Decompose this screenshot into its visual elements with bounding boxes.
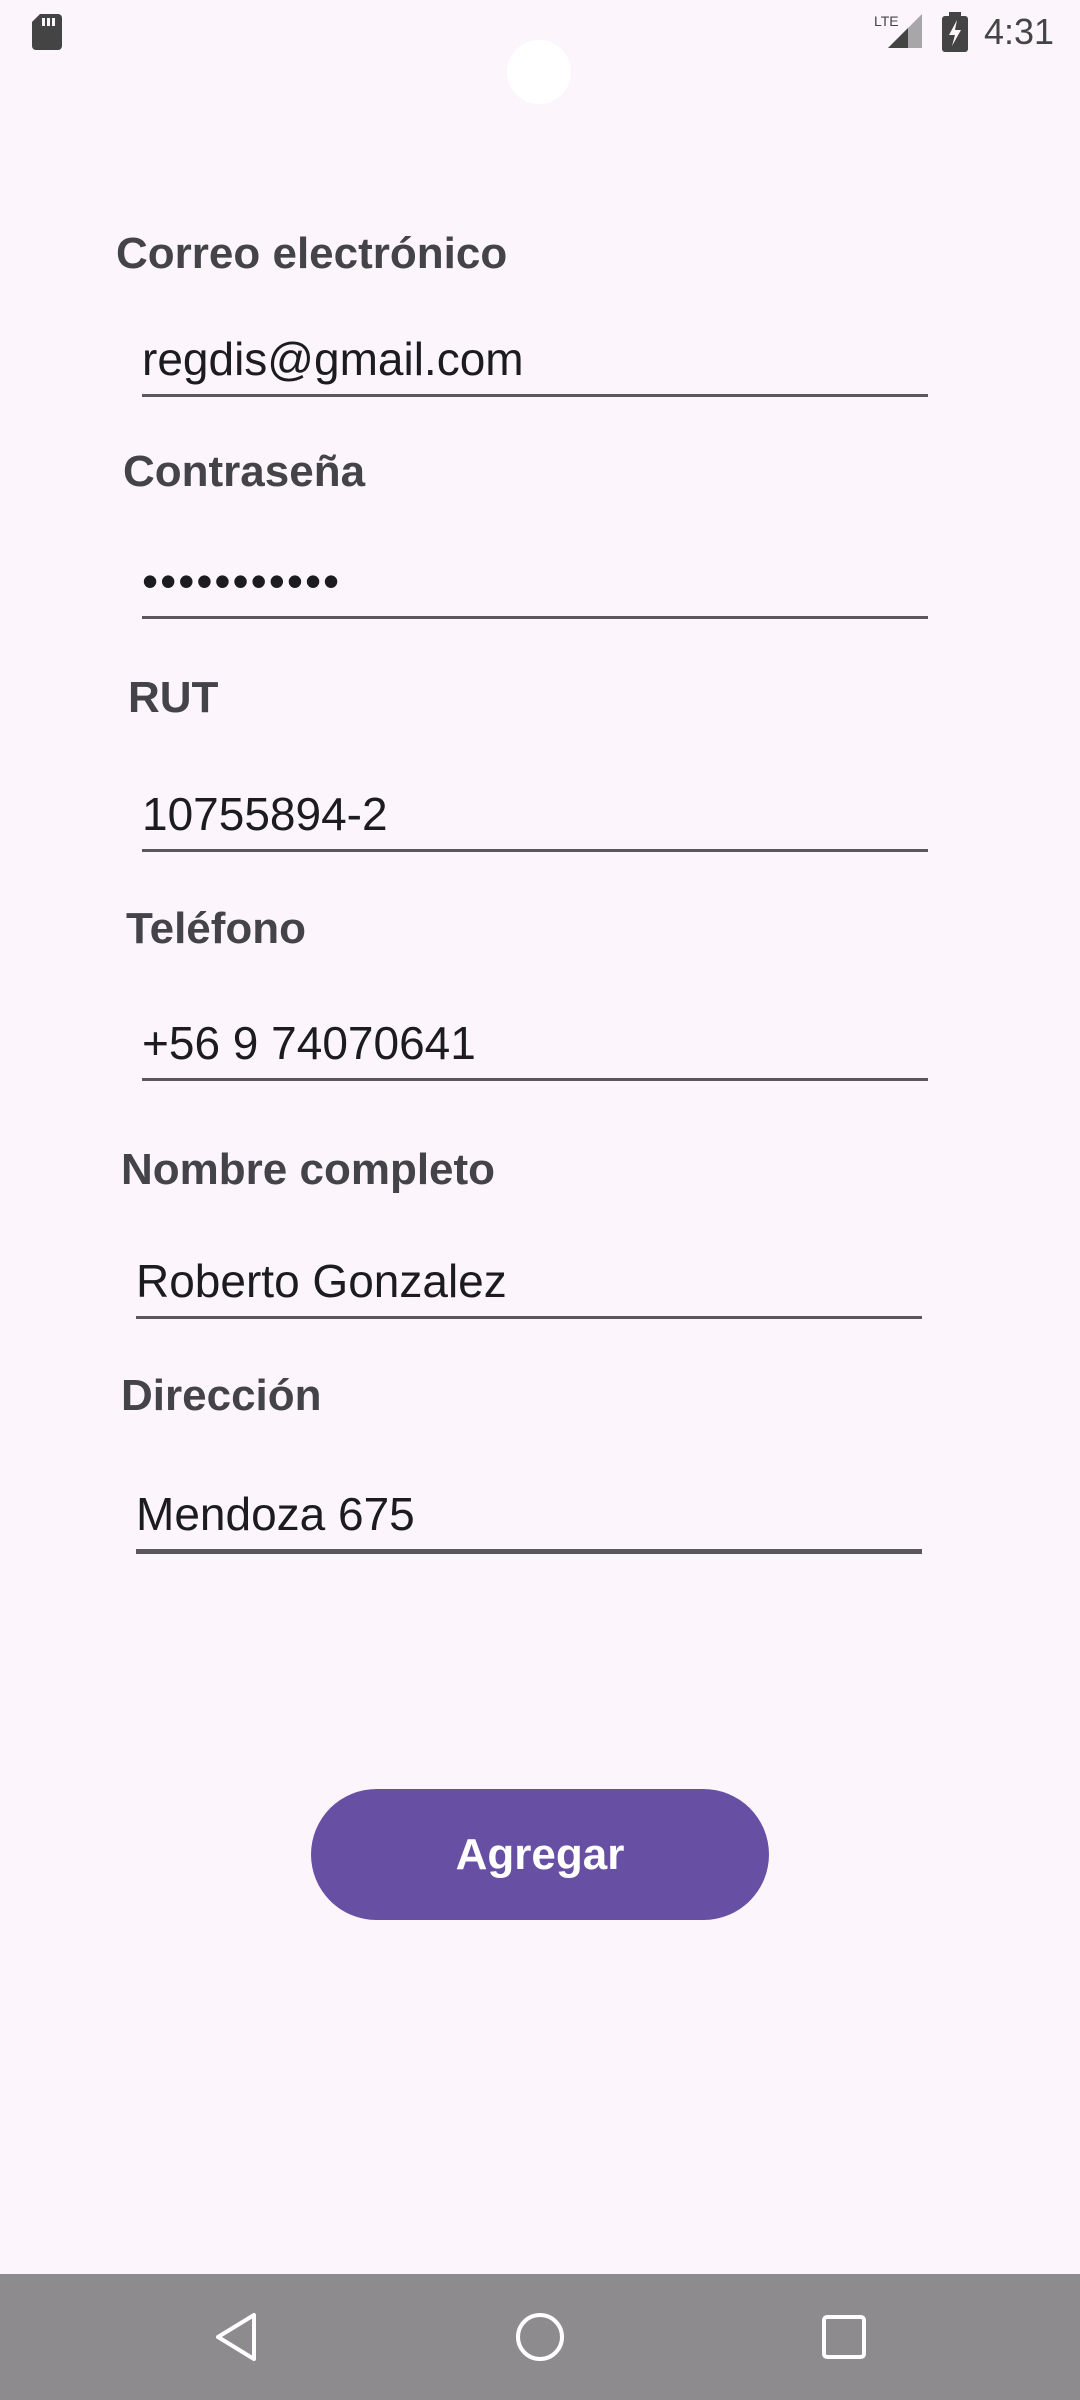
back-icon <box>216 2313 256 2361</box>
status-bar: LTE 4:31 <box>0 0 1080 104</box>
password-label: Contraseña <box>123 447 366 496</box>
agregar-button[interactable]: Agregar <box>311 1789 769 1920</box>
home-icon <box>516 2313 564 2361</box>
address-field[interactable] <box>136 1479 922 1554</box>
camera-cutout <box>507 40 571 104</box>
rut-label: RUT <box>128 673 219 722</box>
full-name-field[interactable] <box>136 1246 922 1319</box>
battery-charging-icon <box>942 12 968 52</box>
recents-button[interactable] <box>784 2274 904 2400</box>
email-label: Correo electrónico <box>116 229 508 278</box>
email-field[interactable] <box>142 324 928 397</box>
rut-field[interactable] <box>142 779 928 852</box>
recents-icon <box>822 2315 866 2359</box>
network-label: LTE <box>874 13 899 29</box>
back-button[interactable] <box>176 2274 296 2400</box>
sd-card-icon <box>32 14 62 50</box>
clock: 4:31 <box>984 11 1055 52</box>
full-name-label: Nombre completo <box>121 1145 496 1194</box>
phone-field[interactable] <box>142 1008 928 1081</box>
navigation-bar <box>0 2274 1080 2400</box>
lte-signal-icon: LTE <box>874 13 922 48</box>
password-field[interactable] <box>142 546 928 619</box>
phone-label: Teléfono <box>126 904 307 953</box>
home-button[interactable] <box>480 2274 600 2400</box>
address-label: Dirección <box>121 1371 322 1420</box>
